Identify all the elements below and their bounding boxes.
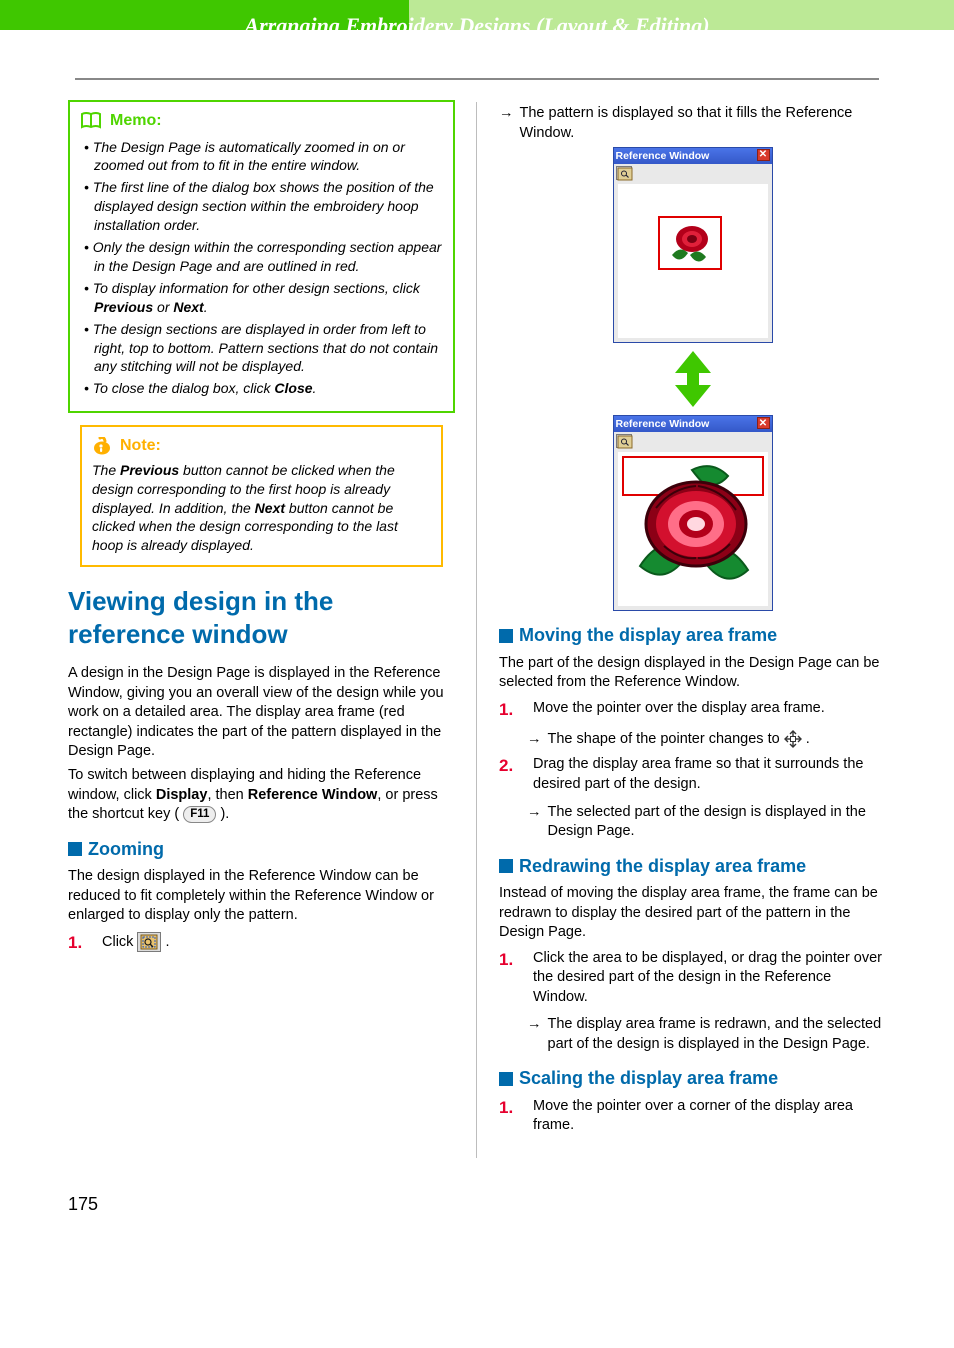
zoom-body: The design displayed in the Reference Wi…	[68, 867, 455, 926]
text: ).	[216, 806, 229, 822]
step-item: 1. Move the pointer over a corner of the…	[499, 1097, 886, 1136]
header-bar-left	[0, 0, 409, 30]
subsection-heading: Zooming	[68, 837, 455, 861]
step-number: 1.	[68, 932, 90, 955]
reference-window-canvas[interactable]	[618, 184, 768, 338]
step-item: 1. Move the pointer over the display are…	[499, 699, 886, 722]
step-number: 1.	[499, 949, 521, 1008]
close-icon[interactable]: ✕	[757, 417, 770, 429]
text: .	[806, 731, 810, 747]
text: , then	[207, 787, 247, 803]
result-arrow-icon: →	[499, 104, 514, 143]
result-arrow-icon: →	[527, 803, 542, 842]
memo-box: Memo: The Design Page is automatically z…	[68, 100, 455, 413]
text: .	[165, 934, 169, 950]
subsection-heading: Moving the display area frame	[499, 623, 886, 647]
result-arrow-icon: →	[527, 1015, 542, 1054]
subsection-title: Zooming	[88, 837, 164, 861]
reference-window-small: Reference Window ✕	[613, 147, 773, 343]
intro-paragraph-2: To switch between displaying and hiding …	[68, 766, 455, 825]
square-bullet-icon	[499, 629, 513, 643]
column-divider	[476, 102, 477, 1158]
intro-paragraph: A design in the Design Page is displayed…	[68, 664, 455, 762]
result-text: The shape of the pointer changes to .	[548, 730, 810, 750]
text: The shape of the pointer changes to	[548, 731, 784, 747]
memo-item: The design sections are displayed in ord…	[84, 320, 443, 377]
keyboard-key: F11	[183, 806, 216, 824]
book-icon	[80, 112, 102, 130]
result-arrow-icon: →	[527, 730, 542, 750]
up-down-arrow-icon	[499, 349, 886, 409]
step-item: 2. Drag the display area frame so that i…	[499, 755, 886, 794]
redraw-body: Instead of moving the display area frame…	[499, 884, 886, 943]
result-text: The display area frame is redrawn, and t…	[548, 1015, 887, 1054]
rose-design-large	[622, 458, 766, 598]
reference-window-titlebar: Reference Window ✕	[614, 148, 772, 164]
memo-label: Memo:	[110, 110, 162, 132]
memo-item: To close the dialog box, click Close.	[84, 379, 443, 398]
zoom-fit-button[interactable]	[137, 932, 161, 952]
square-bullet-icon	[499, 1072, 513, 1086]
zoom-toggle-button[interactable]	[616, 434, 632, 448]
note-label: Note:	[120, 435, 161, 457]
section-heading: Viewing design in the reference window	[68, 585, 455, 650]
subsection-heading: Redrawing the display area frame	[499, 854, 886, 878]
move-cursor-icon	[784, 731, 802, 747]
note-box: Note: The Previous button cannot be clic…	[80, 425, 443, 567]
square-bullet-icon	[499, 859, 513, 873]
memo-list: The Design Page is automatically zoomed …	[80, 138, 443, 399]
reference-window-titlebar: Reference Window ✕	[614, 416, 772, 432]
subsection-title: Redrawing the display area frame	[519, 854, 806, 878]
page-number: 175	[0, 1192, 954, 1246]
result-text: The pattern is displayed so that it fill…	[520, 104, 887, 143]
step-item: 1. Click .	[68, 932, 455, 955]
step-text: Move the pointer over a corner of the di…	[533, 1097, 886, 1136]
note-body: The Previous button cannot be clicked wh…	[92, 461, 431, 555]
step-text: Drag the display area frame so that it s…	[533, 755, 886, 794]
memo-item: The first line of the dialog box shows t…	[84, 178, 443, 235]
rose-design-small	[662, 221, 718, 267]
memo-item: The Design Page is automatically zoomed …	[84, 138, 443, 176]
alert-icon	[92, 437, 112, 455]
zoom-toggle-button[interactable]	[616, 166, 632, 180]
menu-name: Reference Window	[248, 787, 378, 803]
memo-item: Only the design within the corresponding…	[84, 238, 443, 276]
reference-window-canvas[interactable]	[618, 452, 768, 606]
header-rule	[75, 78, 879, 80]
zoom-fit-icon	[140, 934, 158, 950]
header-bar-right	[409, 0, 954, 30]
subsection-heading: Scaling the display area frame	[499, 1066, 886, 1090]
text: Click	[102, 934, 137, 950]
subsection-title: Scaling the display area frame	[519, 1066, 778, 1090]
step-text: Click the area to be displayed, or drag …	[533, 949, 886, 1008]
step-number: 2.	[499, 755, 521, 794]
window-title: Reference Window	[616, 417, 710, 431]
square-bullet-icon	[68, 842, 82, 856]
step-text: Move the pointer over the display area f…	[533, 699, 886, 722]
window-title: Reference Window	[616, 149, 710, 163]
result-text: The selected part of the design is displ…	[548, 803, 887, 842]
step-number: 1.	[499, 699, 521, 722]
step-number: 1.	[499, 1097, 521, 1136]
menu-name: Display	[156, 787, 208, 803]
reference-window-large: Reference Window ✕	[613, 415, 773, 611]
move-body: The part of the design displayed in the …	[499, 654, 886, 693]
subsection-title: Moving the display area frame	[519, 623, 777, 647]
step-item: 1. Click the area to be displayed, or dr…	[499, 949, 886, 1008]
memo-item: To display information for other design …	[84, 279, 443, 317]
close-icon[interactable]: ✕	[757, 149, 770, 161]
